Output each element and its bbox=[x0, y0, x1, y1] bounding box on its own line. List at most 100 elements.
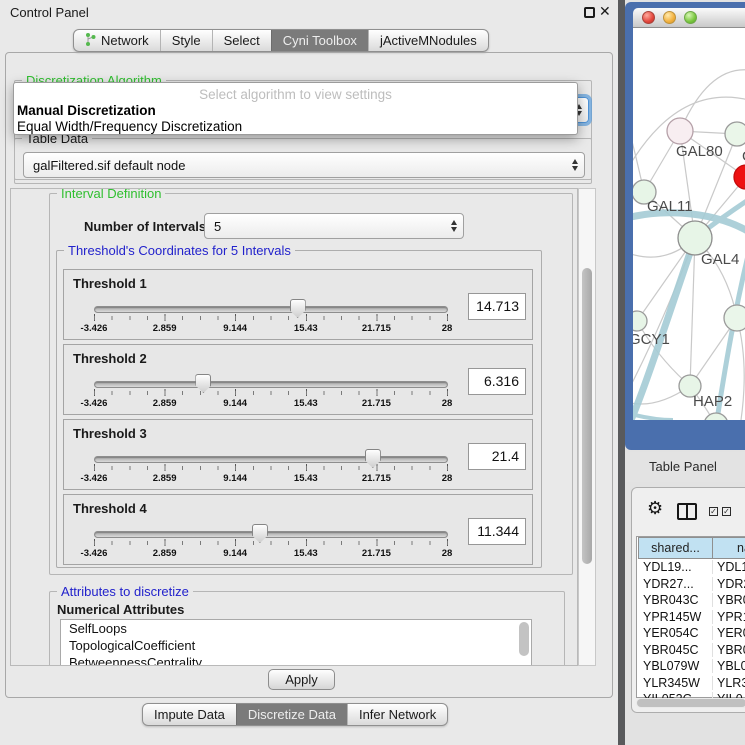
tab-jactivemnodules[interactable]: jActiveMNodules bbox=[368, 30, 488, 51]
table-panel-title: Table Panel bbox=[649, 459, 717, 474]
tab-style[interactable]: Style bbox=[160, 30, 212, 51]
close-traffic-light-icon[interactable] bbox=[642, 11, 655, 24]
list-item[interactable]: TopologicalCoefficient bbox=[61, 637, 531, 654]
checkbox-icon[interactable]: ✓ bbox=[709, 507, 718, 516]
tab-select[interactable]: Select bbox=[212, 30, 271, 51]
tick-label: 15.43 bbox=[294, 473, 318, 484]
tab-cyni-toolbox[interactable]: Cyni Toolbox bbox=[271, 30, 368, 51]
table-row[interactable]: YLR345WYLR3 bbox=[638, 675, 745, 692]
popup-option-equal-width-frequency[interactable]: Equal Width/Frequency Discretization bbox=[14, 119, 577, 135]
tick-label: 28 bbox=[442, 323, 453, 334]
numerical-attributes-heading: Numerical Attributes bbox=[57, 602, 184, 617]
table-horizontal-scrollbar[interactable] bbox=[636, 698, 745, 708]
control-panel-titlebar[interactable]: Control Panel ✕ bbox=[0, 0, 618, 24]
table-row[interactable]: YBL079WYBL0 bbox=[638, 658, 745, 675]
node-label-gal11: GAL11 bbox=[647, 198, 693, 215]
threshold-value-field[interactable]: 14.713 bbox=[468, 293, 526, 320]
tick-label: 9.144 bbox=[223, 548, 247, 559]
network-graph: GAL80 G C GAL11 GAL4 GCY1 H HAP2 bbox=[633, 28, 745, 420]
table-row[interactable]: YER054CYER0 bbox=[638, 625, 745, 642]
list-item[interactable]: BetweennessCentrality bbox=[61, 654, 531, 666]
node-gal80[interactable] bbox=[667, 118, 693, 144]
cell-shared-name: YDR27... bbox=[638, 577, 713, 591]
apply-button[interactable]: Apply bbox=[268, 669, 335, 690]
cell-shared-name: YER054C bbox=[638, 626, 713, 640]
cell-name: YDL1 bbox=[713, 560, 745, 574]
threshold-value-field[interactable]: 21.4 bbox=[468, 443, 526, 470]
tick-label: 21.715 bbox=[362, 473, 391, 484]
tick-label: 21.715 bbox=[362, 398, 391, 409]
network-canvas[interactable]: GAL80 G C GAL11 GAL4 GCY1 H HAP2 bbox=[633, 28, 745, 420]
table-row[interactable]: YDR27...YDR2 bbox=[638, 576, 745, 593]
cell-name: YPR1 bbox=[713, 610, 745, 624]
threshold-panel-1: Threshold 1 -3.426 2.859 9.144 15.43 21.… bbox=[63, 269, 533, 340]
list-item[interactable]: SelfLoops bbox=[61, 620, 531, 637]
gear-icon[interactable]: ⚙ bbox=[647, 499, 663, 517]
top-tab-bar: Network Style Select Cyni Toolbox jActiv… bbox=[73, 29, 489, 52]
zoom-traffic-light-icon[interactable] bbox=[684, 11, 697, 24]
slider-minor-ticks bbox=[94, 316, 449, 320]
number-of-intervals-label: Number of Intervals bbox=[84, 219, 206, 234]
cell-name: YER0 bbox=[713, 626, 745, 640]
node-label-hap2: HAP2 bbox=[693, 393, 732, 410]
table-row[interactable]: YBR043CYBR0 bbox=[638, 592, 745, 609]
list-scrollbar[interactable] bbox=[519, 622, 529, 656]
threshold-slider-track[interactable] bbox=[94, 306, 448, 313]
table-body: YDL19...YDL1 YDR27...YDR2 YBR043CYBR0 YP… bbox=[638, 559, 745, 698]
node[interactable] bbox=[724, 305, 745, 331]
cell-name: YLR3 bbox=[713, 676, 745, 690]
control-panel-window: Control Panel ✕ Network Style Select Cyn… bbox=[0, 0, 618, 745]
combo-value: galFiltered.sif default node bbox=[33, 158, 185, 173]
threshold-slider-track[interactable] bbox=[94, 531, 448, 538]
network-window-titlebar[interactable] bbox=[633, 8, 745, 28]
tick-label: -3.426 bbox=[81, 473, 108, 484]
float-window-icon[interactable] bbox=[584, 7, 595, 18]
node-gal4[interactable] bbox=[678, 221, 712, 255]
checkbox-icon[interactable]: ✓ bbox=[722, 507, 731, 516]
tab-discretize-data[interactable]: Discretize Data bbox=[236, 704, 347, 725]
settings-scrollbar-thumb[interactable] bbox=[582, 268, 592, 564]
threshold-value-field[interactable]: 11.344 bbox=[468, 518, 526, 545]
table-row[interactable]: YBR045CYBR0 bbox=[638, 642, 745, 659]
table-panel-titlebar[interactable]: Table Panel bbox=[625, 452, 745, 482]
tab-network[interactable]: Network bbox=[74, 30, 160, 51]
algorithm-dropdown-popup: Select algorithm to view settings Manual… bbox=[13, 82, 578, 135]
settings-scrollbar-track[interactable] bbox=[578, 188, 596, 666]
attributes-group: Attributes to discretize Numerical Attri… bbox=[49, 591, 565, 666]
popup-option-manual-discretization[interactable]: Manual Discretization bbox=[14, 103, 577, 119]
slider-minor-ticks bbox=[94, 391, 449, 395]
split-view-icon[interactable] bbox=[677, 503, 697, 520]
network-view-window: GAL80 G C GAL11 GAL4 GCY1 H HAP2 bbox=[625, 2, 745, 450]
minimize-traffic-light-icon[interactable] bbox=[663, 11, 676, 24]
threshold-slider-track[interactable] bbox=[94, 381, 448, 388]
table-row[interactable]: YPR145WYPR1 bbox=[638, 609, 745, 626]
threshold-slider-track[interactable] bbox=[94, 456, 448, 463]
tick-label: -3.426 bbox=[81, 548, 108, 559]
table-row[interactable]: YIL052CYIL0 bbox=[638, 691, 745, 698]
threshold-label: Threshold 3 bbox=[73, 426, 147, 441]
tab-impute-data[interactable]: Impute Data bbox=[143, 704, 236, 725]
scrollbar-thumb[interactable] bbox=[637, 699, 745, 707]
network-tab-icon bbox=[85, 33, 96, 49]
node[interactable] bbox=[725, 122, 745, 146]
threshold-panel-3: Threshold 3 -3.426 2.859 9.144 15.43 21.… bbox=[63, 419, 533, 490]
node-gcy1[interactable] bbox=[633, 311, 647, 331]
panel-divider[interactable] bbox=[618, 0, 625, 745]
threshold-label: Threshold 1 bbox=[73, 276, 147, 291]
threshold-value-field[interactable]: 6.316 bbox=[468, 368, 526, 395]
column-header-name[interactable]: na bbox=[713, 537, 745, 559]
column-header-shared-name[interactable]: shared... bbox=[638, 537, 713, 559]
close-icon[interactable]: ✕ bbox=[599, 3, 611, 20]
tick-label: 15.43 bbox=[294, 323, 318, 334]
node-label-gal4: GAL4 bbox=[701, 251, 739, 268]
number-of-intervals-combobox[interactable]: 5 bbox=[204, 213, 464, 239]
tab-infer-network[interactable]: Infer Network bbox=[347, 704, 447, 725]
tick-label: 28 bbox=[442, 548, 453, 559]
cell-name: YBL0 bbox=[713, 659, 745, 673]
table-row[interactable]: YDL19...YDL1 bbox=[638, 559, 745, 576]
bottom-tab-bar: Impute Data Discretize Data Infer Networ… bbox=[142, 703, 448, 726]
table-data-combobox[interactable]: galFiltered.sif default node bbox=[23, 152, 585, 178]
node[interactable] bbox=[704, 413, 728, 420]
tick-label: 21.715 bbox=[362, 548, 391, 559]
settings-scroll-viewport: Interval Definition Number of Intervals … bbox=[10, 188, 578, 666]
